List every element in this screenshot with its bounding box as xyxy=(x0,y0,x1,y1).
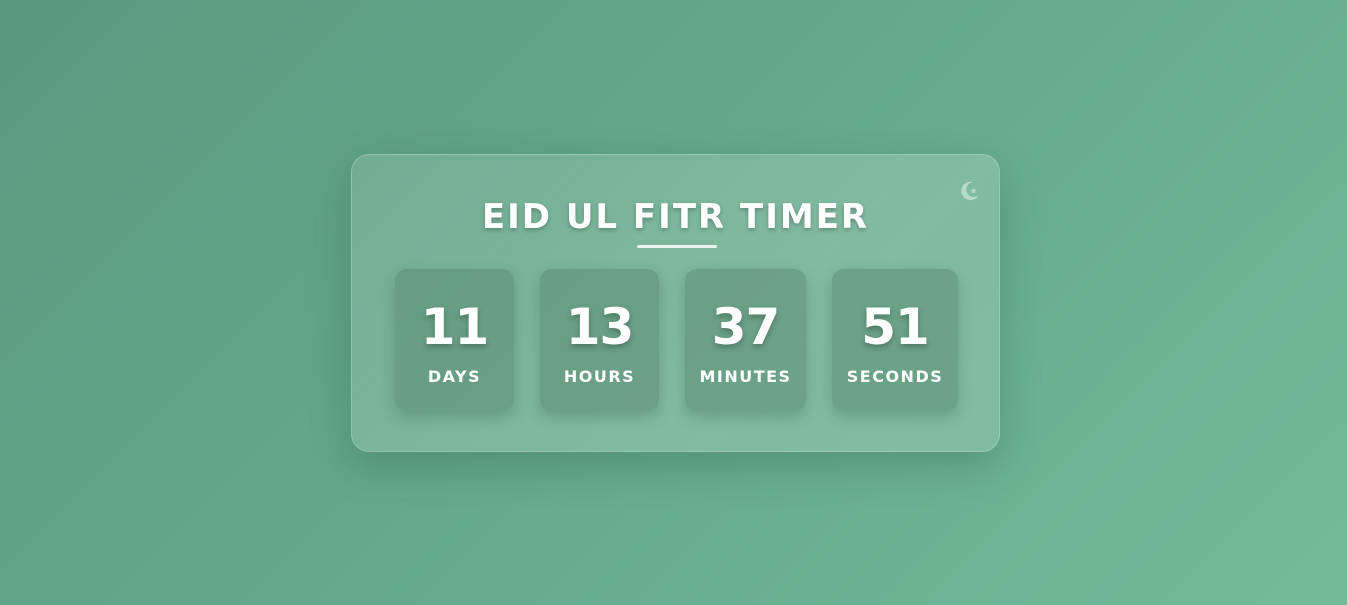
minutes-value: 37 xyxy=(711,298,781,356)
days-value: 11 xyxy=(420,298,490,356)
seconds-box: 51 SECONDS xyxy=(832,269,958,411)
days-label: DAYS xyxy=(427,367,482,386)
seconds-value: 51 xyxy=(861,298,930,356)
timer-title: EID UL FITR TIMER xyxy=(481,197,870,237)
hours-value: 13 xyxy=(565,298,635,356)
seconds-label: SECONDS xyxy=(846,367,944,386)
minutes-box: 37 MINUTES xyxy=(685,269,806,411)
title-underline xyxy=(637,245,717,248)
days-box: 11 DAYS xyxy=(395,269,514,411)
hours-label: HOURS xyxy=(563,367,636,386)
countdown-card: EID UL FITR TIMER 11 DAYS 13 HOURS 37 MI… xyxy=(351,154,1000,452)
hours-box: 13 HOURS xyxy=(540,269,659,411)
minutes-label: MINUTES xyxy=(699,367,792,386)
